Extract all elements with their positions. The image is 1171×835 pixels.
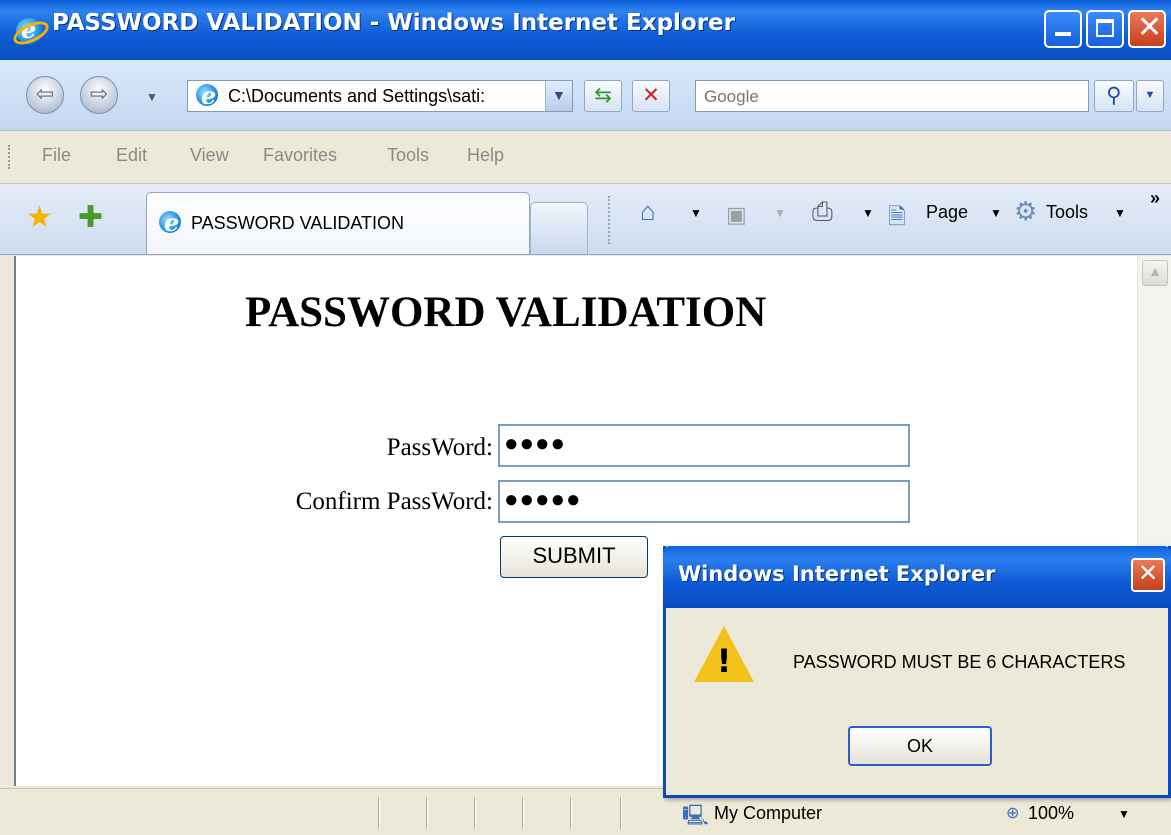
address-dropdown-button[interactable]: ▼ <box>545 81 572 111</box>
window-title-bar[interactable]: PASSWORD VALIDATION - Windows Internet E… <box>0 0 1171 60</box>
feeds-dropdown-icon[interactable]: ▼ <box>774 206 786 220</box>
page-title: PASSWORD VALIDATION <box>245 289 767 336</box>
maximize-icon <box>1096 19 1114 37</box>
stop-button[interactable]: ✕ <box>632 80 670 112</box>
menu-favorites[interactable]: Favorites <box>263 145 337 166</box>
confirm-password-field[interactable]: ●●●●● <box>498 480 910 523</box>
search-options-button[interactable]: ▼ <box>1136 80 1164 112</box>
page-icon: 🗎 <box>888 204 906 229</box>
zoom-icon[interactable]: ⊕ <box>1006 803 1019 823</box>
menu-edit[interactable]: Edit <box>116 145 147 166</box>
feeds-icon[interactable]: ▣ <box>726 202 747 228</box>
warning-exclamation: ! <box>716 642 732 680</box>
forward-arrow-icon: ⇨ <box>89 81 109 106</box>
print-dropdown-icon[interactable]: ▼ <box>862 206 874 220</box>
confirm-password-label: Confirm PassWord: <box>295 488 493 515</box>
print-icon[interactable]: ⎙ <box>812 196 833 228</box>
status-separator <box>426 797 427 829</box>
tools-menu-button[interactable]: Tools <box>1046 202 1088 223</box>
chevron-up-icon: ▲ <box>1148 263 1162 279</box>
history-dropdown-icon[interactable]: ▼ <box>146 90 158 104</box>
submit-button[interactable]: SUBMIT <box>500 536 648 578</box>
password-value: ●●●● <box>504 430 566 457</box>
page-ie-icon <box>196 81 222 110</box>
favorites-star-icon[interactable]: ★ <box>26 200 53 235</box>
go-refresh-button[interactable]: ⇆ <box>584 80 622 112</box>
ie-logo-icon <box>9 15 53 50</box>
dialog-message: PASSWORD MUST BE 6 CHARACTERS <box>793 652 1126 672</box>
maximize-button[interactable] <box>1086 10 1124 48</box>
ok-button[interactable]: OK <box>848 726 992 766</box>
search-icon: ⚲ <box>1106 84 1122 107</box>
dialog-title-bar[interactable]: Windows Internet Explorer ✕ <box>663 546 1171 608</box>
address-toolbar: ⇦ ⇨ ▼ C:\Documents and Settings\sati: ▼ … <box>0 60 1171 131</box>
home-icon[interactable]: ⌂ <box>640 196 656 227</box>
add-favorites-icon[interactable]: ✚ <box>78 200 103 235</box>
chevron-down-icon: ▼ <box>1144 89 1156 101</box>
scroll-up-button[interactable]: ▲ <box>1142 260 1168 286</box>
refresh-icon: ⇆ <box>594 84 612 107</box>
dialog-title: Windows Internet Explorer <box>678 562 996 586</box>
search-input[interactable] <box>702 85 1076 109</box>
page-menu-button[interactable]: Page <box>926 202 968 223</box>
zoom-dropdown-icon[interactable]: ▼ <box>1118 807 1130 821</box>
menu-help[interactable]: Help <box>467 145 504 166</box>
page-dropdown-icon[interactable]: ▼ <box>990 206 1002 220</box>
tab-toolbar: ★ ✚ PASSWORD VALIDATION ⌂ ▼ ▣ ▼ ⎙ ▼ 🗎 Pa… <box>0 184 1171 255</box>
toolbar-separator <box>608 196 610 244</box>
chevron-down-icon: ▼ <box>552 87 566 103</box>
window-title: PASSWORD VALIDATION - Windows Internet E… <box>52 10 736 36</box>
status-separator <box>378 797 379 829</box>
address-bar[interactable]: C:\Documents and Settings\sati: ▼ <box>187 80 573 112</box>
dialog-close-button[interactable]: ✕ <box>1131 558 1165 592</box>
menu-tools[interactable]: Tools <box>387 145 429 166</box>
password-label: PassWord: <box>386 434 493 461</box>
alert-dialog: Windows Internet Explorer ✕ ! PASSWORD M… <box>663 546 1171 798</box>
status-separator <box>474 797 475 829</box>
forward-button[interactable]: ⇨ <box>80 76 118 114</box>
status-separator <box>570 797 571 829</box>
computer-zone-icon: 🖳 <box>682 805 709 827</box>
close-icon: ✕ <box>1137 560 1159 587</box>
back-arrow-icon: ⇦ <box>35 81 55 106</box>
menu-file[interactable]: File <box>42 145 71 166</box>
minimize-button[interactable] <box>1044 10 1082 48</box>
new-tab-button[interactable] <box>530 202 588 254</box>
search-button[interactable]: ⚲ <box>1094 80 1134 112</box>
tools-gear-icon: ⚙ <box>1014 196 1038 226</box>
address-text[interactable]: C:\Documents and Settings\sati: <box>228 86 533 107</box>
menu-bar: File Edit View Favorites Tools Help <box>0 131 1171 184</box>
home-dropdown-icon[interactable]: ▼ <box>690 206 702 220</box>
tools-dropdown-icon[interactable]: ▼ <box>1114 206 1126 220</box>
menu-grip[interactable] <box>8 145 12 169</box>
back-button[interactable]: ⇦ <box>26 76 64 114</box>
status-separator <box>620 797 621 829</box>
status-separator <box>522 797 523 829</box>
menu-view[interactable]: View <box>190 145 229 166</box>
stop-icon: ✕ <box>642 84 660 107</box>
tab-label: PASSWORD VALIDATION <box>191 213 405 233</box>
tab-password-validation[interactable]: PASSWORD VALIDATION <box>146 192 530 254</box>
minimize-icon <box>1055 32 1071 36</box>
search-box[interactable] <box>695 80 1089 112</box>
confirm-password-value: ●●●●● <box>504 486 582 513</box>
close-button[interactable]: ✕ <box>1128 10 1166 48</box>
password-field[interactable]: ●●●● <box>498 424 910 467</box>
zoom-level[interactable]: 100% <box>1028 803 1074 824</box>
tab-ie-icon <box>159 208 185 237</box>
close-icon: ✕ <box>1137 11 1163 44</box>
toolbar-overflow-button[interactable]: » <box>1150 188 1160 209</box>
security-zone-label: My Computer <box>714 803 823 823</box>
